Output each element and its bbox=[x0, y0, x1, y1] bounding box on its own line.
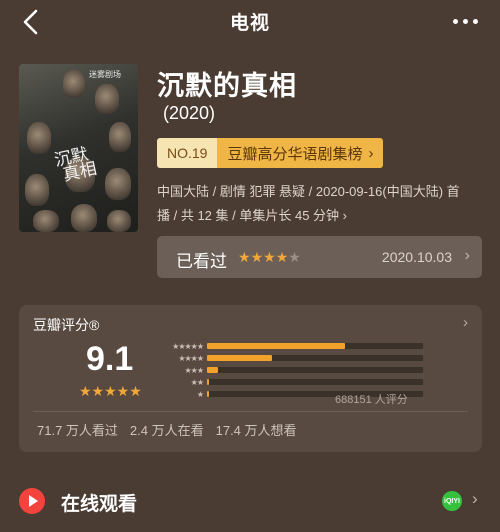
star-icon: ★ bbox=[238, 249, 251, 265]
star-icon: ★ bbox=[275, 249, 289, 265]
rank-list-name: 豆瓣高分华语剧集榜 › bbox=[217, 138, 384, 168]
divider bbox=[33, 411, 468, 412]
rating-bar-4: ★★★★ bbox=[151, 353, 423, 363]
watched-count: 71.7 万人看过 bbox=[37, 423, 118, 438]
top-bar: 电视 bbox=[0, 0, 500, 44]
rating-bar-5: ★★★★★ bbox=[151, 341, 423, 351]
show-metadata[interactable]: 中国大陆 / 剧情 犯罪 悬疑 / 2020-09-16(中国大陆) 首 播 /… bbox=[157, 180, 482, 228]
rating-score: 9.1 bbox=[86, 340, 134, 378]
star-icon: ★ bbox=[288, 249, 301, 265]
poster-title-calligraphy: 沉默 真相 bbox=[52, 144, 99, 187]
play-icon bbox=[19, 488, 45, 514]
iqiyi-icon[interactable]: iQIYI bbox=[442, 491, 462, 511]
watched-date: 2020.10.03 bbox=[381, 249, 452, 265]
more-options-icon[interactable] bbox=[448, 14, 478, 28]
watching-count: 2.4 万人在看 bbox=[129, 423, 204, 438]
star-icon: ★ bbox=[250, 249, 264, 265]
show-title: 沉默的真相 bbox=[157, 71, 297, 101]
show-year: (2020) bbox=[163, 103, 216, 123]
rating-bar-3: ★★★ bbox=[151, 365, 423, 375]
poster-logo: 迷雾剧场 bbox=[89, 70, 121, 79]
chevron-right-icon: › bbox=[464, 247, 470, 264]
rank-number: NO.19 bbox=[157, 138, 218, 168]
rating-header: 豆瓣评分® bbox=[33, 317, 100, 333]
audience-stats: 71.7 万人看过 2.4 万人在看 17.4 万人想看 bbox=[37, 420, 297, 439]
page-title: 电视 bbox=[229, 13, 270, 34]
poster-image[interactable]: 迷雾剧场 沉默 真相 bbox=[19, 64, 138, 232]
douban-rating-card[interactable]: 豆瓣评分® › 9.1 ★★★★★ ★★★★★ ★★★★ ★★★ ★★ ★ 68… bbox=[19, 305, 482, 452]
my-rating-stars: ★★★★★ bbox=[238, 249, 301, 266]
vote-count: 688151 人评分 bbox=[335, 394, 408, 406]
ranking-badge[interactable]: NO.19 豆瓣高分华语剧集榜 › bbox=[157, 138, 384, 168]
want-to-watch-count: 17.4 万人想看 bbox=[215, 423, 297, 438]
rating-bar-2: ★★ bbox=[151, 377, 423, 387]
watch-online-label: 在线观看 bbox=[61, 494, 138, 515]
watched-status-bar[interactable]: 已看过 ★★★★★ 2020.10.03 › bbox=[157, 236, 482, 278]
chevron-right-icon: › bbox=[463, 314, 468, 331]
chevron-right-icon: › bbox=[472, 489, 478, 508]
rating-stars: ★★★★★ bbox=[79, 383, 142, 399]
star-icon: ★ bbox=[263, 249, 276, 265]
watched-label: 已看过 bbox=[176, 252, 227, 271]
watch-online-row[interactable]: 在线观看 iQIYI › bbox=[0, 472, 500, 532]
chevron-right-icon: › bbox=[368, 144, 374, 162]
